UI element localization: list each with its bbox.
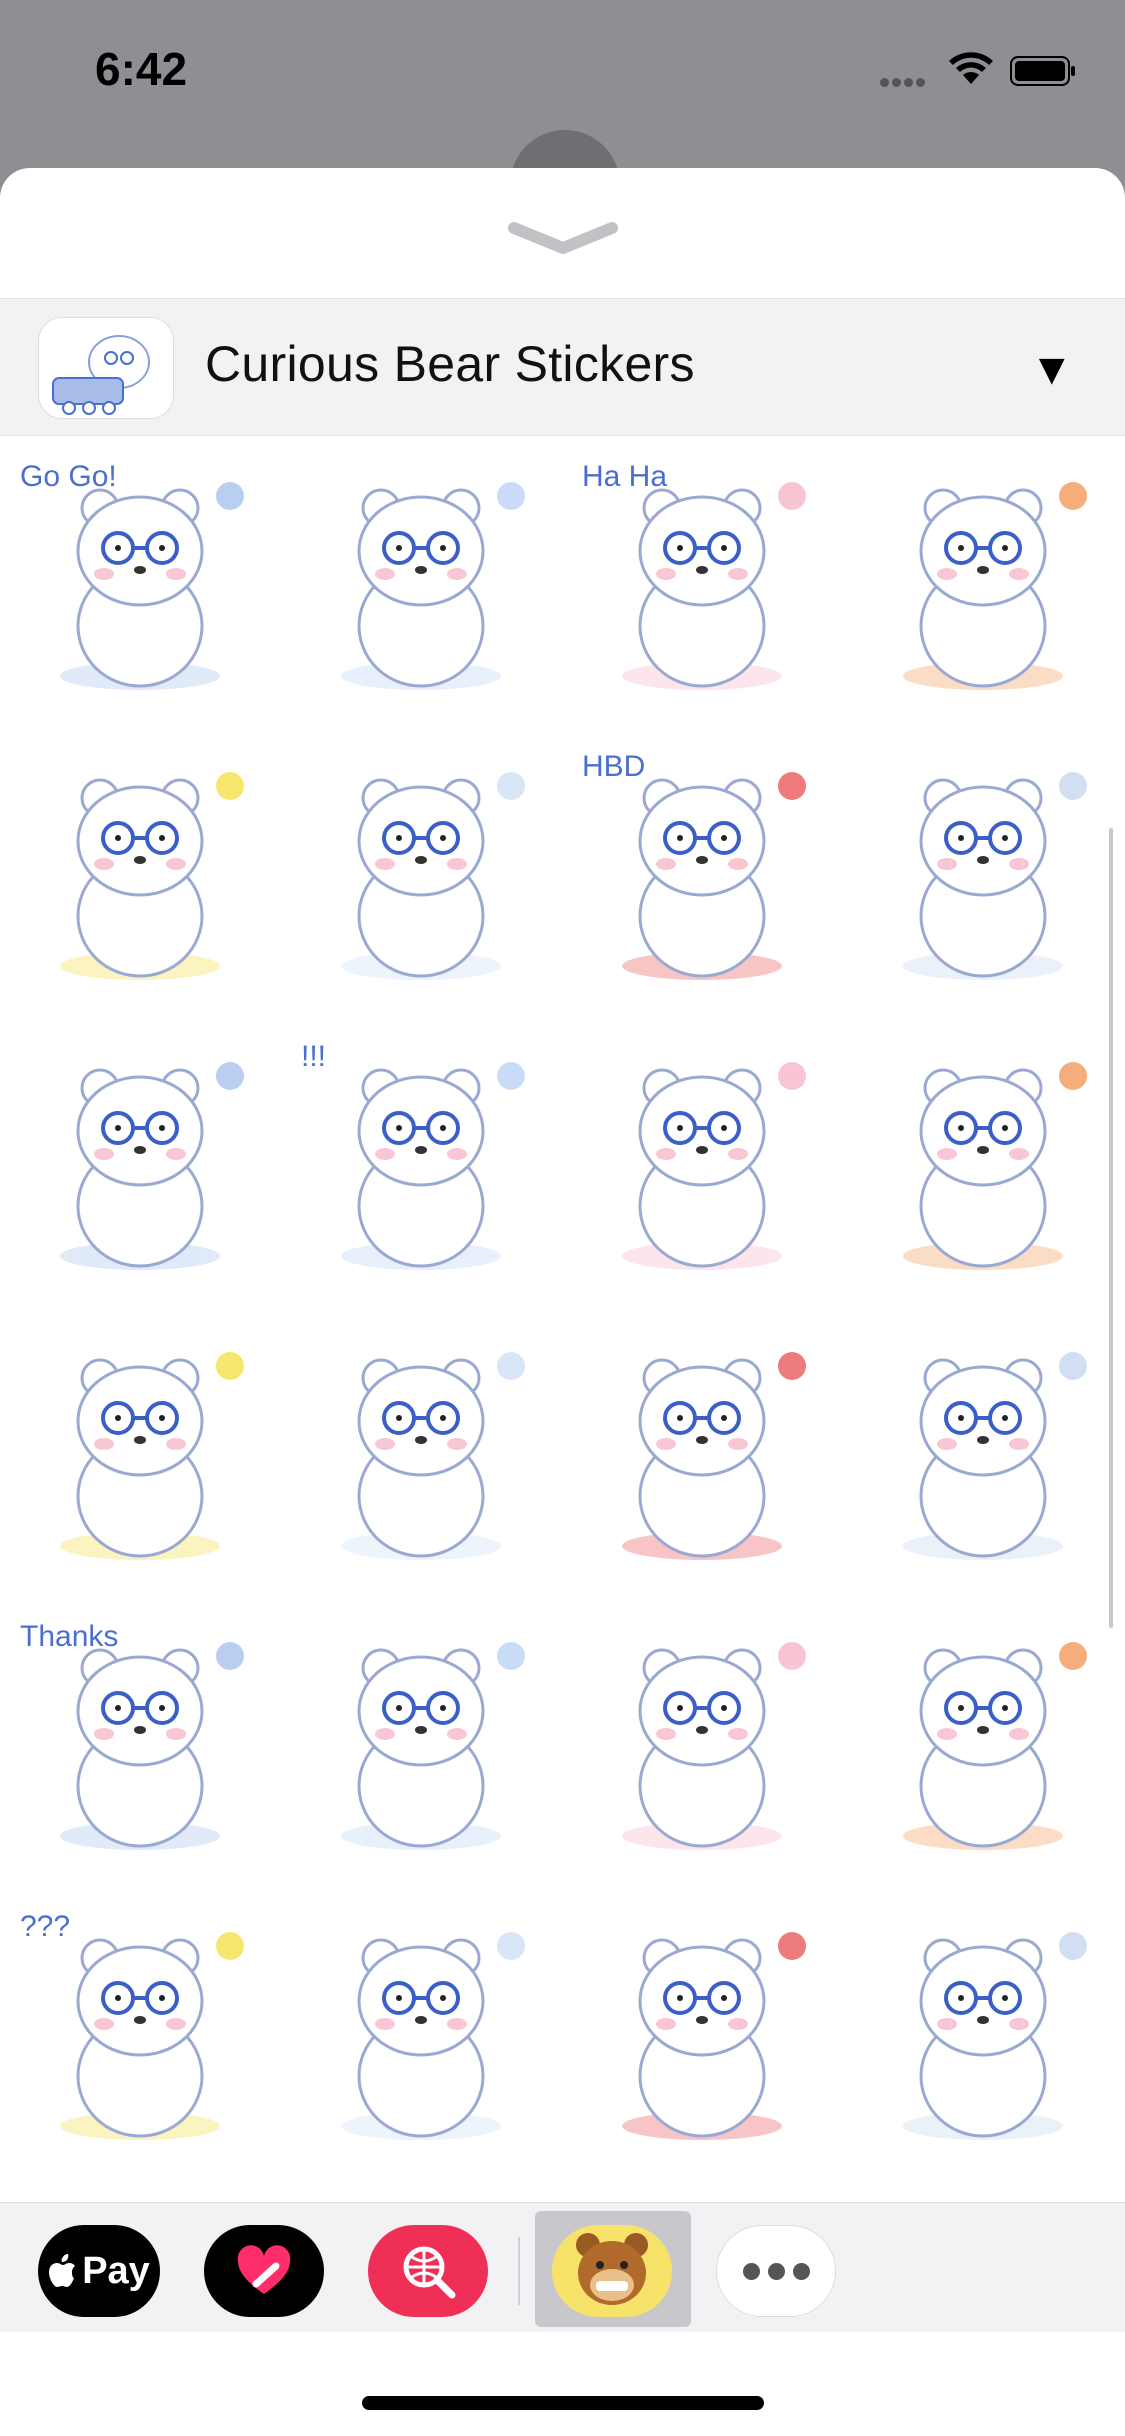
sticker-bear-train[interactable]: Go Go! <box>0 436 281 726</box>
bear-sticker-icon <box>903 1062 1087 1270</box>
sticker-caption: ??? <box>20 1910 70 1943</box>
sticker-bear-hula-hoop[interactable] <box>0 1306 281 1596</box>
bear-sticker-icon: HBD <box>582 750 806 980</box>
sticker-bear-blush-hearts[interactable] <box>843 1886 1124 2176</box>
sticker-bear-nosebleed-hearts[interactable] <box>843 1596 1124 1886</box>
status-bar: 6:42 <box>0 0 1125 140</box>
sticker-bear-hearts-bubbles[interactable] <box>281 436 562 726</box>
bear-sticker-icon <box>622 1932 806 2140</box>
bear-sticker-icon <box>341 772 525 980</box>
app-drawer: Pay <box>0 2202 1125 2332</box>
bear-sticker-icon <box>341 1352 525 1560</box>
bear-sticker-icon <box>60 772 244 980</box>
more-dot-icon <box>767 2262 785 2280</box>
more-apps-button[interactable] <box>716 2225 836 2317</box>
sticker-bear-confused[interactable]: ??? <box>0 1886 281 2176</box>
bear-sticker-icon <box>622 1352 806 1560</box>
image-search-button[interactable] <box>368 2225 488 2317</box>
bear-sticker-icon <box>903 482 1087 690</box>
sticker-bear-crying-fountain[interactable] <box>843 1016 1124 1306</box>
sticker-bear-pink-heart-box[interactable] <box>843 1306 1124 1596</box>
expand-triangle-icon[interactable]: ▼ <box>1030 345 1074 395</box>
bear-sticker-icon <box>903 772 1087 980</box>
bear-sticker-icon <box>341 1642 525 1850</box>
bear-sticker-icon <box>341 1932 525 2140</box>
globe-search-icon <box>403 2246 456 2299</box>
bear-sticker-icon <box>903 1352 1087 1560</box>
sticker-bear-angry-steam[interactable] <box>562 1016 843 1306</box>
sticker-bear-snowman[interactable] <box>562 1306 843 1596</box>
bear-sticker-icon <box>622 1062 806 1270</box>
sticker-bear-eating-bowls[interactable] <box>281 726 562 1016</box>
sticker-bear-laugh[interactable]: Ha Ha <box>562 436 843 726</box>
sticker-caption: Ha Ha <box>582 460 667 493</box>
apple-pay-button[interactable]: Pay <box>38 2225 160 2317</box>
bear-sticker-icon <box>622 1642 806 1850</box>
bear-sticker-icon <box>903 1642 1087 1850</box>
more-dot-icon <box>792 2262 810 2280</box>
sticker-bear-ghost-faint[interactable] <box>281 1886 562 2176</box>
bear-sticker-icon: Ha Ha <box>582 460 806 690</box>
home-indicator[interactable] <box>362 2396 764 2410</box>
collapse-chevron-icon[interactable] <box>508 220 618 260</box>
sticker-bear-heart-thought[interactable] <box>281 1596 562 1886</box>
bear-sticker-icon <box>60 1062 244 1270</box>
digital-touch-button[interactable] <box>204 2225 324 2317</box>
battery-icon <box>1010 56 1075 86</box>
app-icon <box>38 317 174 419</box>
sticker-bear-campfire-fish[interactable] <box>843 436 1124 726</box>
scroll-indicator <box>1109 828 1113 1628</box>
bear-sticker-icon: ??? <box>20 1910 244 2140</box>
cellular-signal-icon <box>880 74 932 87</box>
sticker-bear-birthday-cake[interactable]: HBD <box>562 726 843 1016</box>
sticker-bear-xray-skeleton[interactable] <box>0 726 281 1016</box>
sticker-bear-frozen[interactable]: !!! <box>281 1016 562 1306</box>
bear-sticker-icon <box>341 482 525 690</box>
sticker-caption: Thanks <box>20 1620 118 1653</box>
more-dot-icon <box>742 2262 760 2280</box>
bear-sticker-icon <box>60 1352 244 1560</box>
digital-touch-heart-icon <box>237 2245 291 2294</box>
sticker-bear-dash-left[interactable] <box>0 1016 281 1306</box>
app-title: Curious Bear Stickers <box>205 336 695 392</box>
bear-sticker-icon: Go Go! <box>20 460 244 690</box>
sticker-bear-thanks[interactable]: Thanks <box>0 1596 281 1886</box>
sticker-bear-dash-right[interactable] <box>843 726 1124 1016</box>
sticker-bear-upside-down[interactable] <box>281 1306 562 1596</box>
sticker-caption: HBD <box>582 750 645 783</box>
app-header: Curious Bear Stickers ▼ <box>0 298 1125 436</box>
bear-sticker-icon <box>903 1932 1087 2140</box>
curious-bear-app-button[interactable] <box>552 2225 672 2317</box>
drawer-separator <box>518 2237 520 2305</box>
brown-bear-icon <box>576 2233 648 2305</box>
bear-sticker-icon: !!! <box>301 1040 525 1270</box>
status-time: 6:42 <box>95 43 188 95</box>
sticker-bear-peace-sparkle[interactable] <box>562 1886 843 2176</box>
sticker-bear-shy-sparkle[interactable] <box>562 1596 843 1886</box>
sticker-sheet: Curious Bear Stickers ▼ Go Go! Ha Ha HBD!!… <box>0 168 1125 2436</box>
bear-sticker-icon: Thanks <box>20 1620 244 1850</box>
apple-pay-label: Pay <box>82 2249 150 2292</box>
sticker-caption: !!! <box>301 1040 326 1073</box>
apple-logo-icon <box>49 2254 76 2287</box>
wifi-icon <box>949 52 993 84</box>
sticker-caption: Go Go! <box>20 460 117 493</box>
